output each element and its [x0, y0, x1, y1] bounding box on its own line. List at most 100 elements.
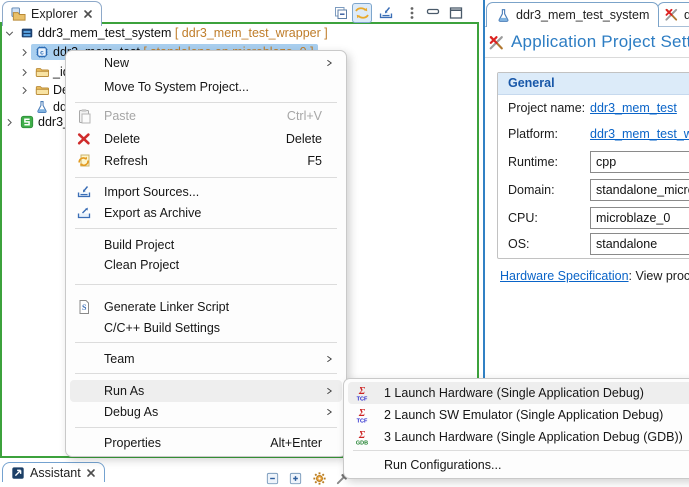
chevron-right-icon[interactable]: [18, 84, 31, 97]
menu-item-export-as-archive[interactable]: Export as Archive: [70, 202, 342, 224]
svg-text:Σ: Σ: [358, 408, 366, 419]
settings-wrench-icon: [488, 34, 505, 51]
maximize-box-icon[interactable]: [287, 470, 304, 487]
menu-item-3-launch-hardware-single-application-debug-gdb[interactable]: ΣGDB3 Launch Hardware (Single Applicatio…: [348, 426, 689, 448]
svg-text:GDB: GDB: [356, 441, 368, 446]
import-sources-icon[interactable]: [376, 3, 396, 23]
field-domain: Domain:standalone_microblaze_0: [508, 179, 689, 201]
maximize-icon[interactable]: [446, 3, 466, 23]
menu-separator: [75, 177, 337, 178]
minimize-box-icon[interactable]: [264, 470, 281, 487]
menu-item-c-c-build-settings[interactable]: C/C++ Build Settings: [70, 317, 342, 339]
menu-separator: [75, 427, 337, 428]
svg-text:c: c: [40, 49, 44, 56]
close-icon[interactable]: [86, 468, 96, 478]
tab-ddr3-mem-test-system[interactable]: ddr3_mem_test_system: [486, 2, 659, 27]
menu-item-2-launch-sw-emulator-single-application-debug[interactable]: ΣTCF2 Launch SW Emulator (Single Applica…: [348, 404, 689, 426]
menu-item-import-sources[interactable]: Import Sources...: [70, 181, 342, 203]
settings-gear-icon[interactable]: [311, 470, 328, 487]
menu-item-properties[interactable]: PropertiesAlt+Enter: [70, 432, 342, 454]
os-combo[interactable]: standalone: [590, 233, 689, 255]
shortcut-label: Delete: [286, 132, 342, 146]
shortcut-label: Ctrl+V: [287, 109, 342, 123]
delete-x-icon: [76, 131, 96, 147]
platform-link[interactable]: ddr3_mem_test_wrapper: [590, 127, 689, 141]
svg-text:Σ: Σ: [358, 386, 366, 397]
field-runtime: Runtime:cpp: [508, 151, 689, 173]
shortcut-label: Alt+Enter: [270, 436, 342, 450]
field-platform: Platform:ddr3_mem_test_wrapper: [508, 123, 689, 145]
flask-icon: [35, 100, 49, 114]
general-heading: General: [498, 73, 689, 95]
view-menu-icon[interactable]: [402, 3, 422, 23]
run-as-submenu: ΣTCF1 Launch Hardware (Single Applicatio…: [343, 378, 689, 479]
header-divider: [485, 57, 689, 58]
hardware-specification-suffix: : View processor information: [629, 269, 689, 283]
chevron-right-icon[interactable]: [18, 46, 31, 59]
tree-item-ddr3-mem-test-system[interactable]: ddr3_mem_test_system [ ddr3_mem_test_wra…: [3, 24, 332, 42]
general-section: General Project name:ddr3_mem_test Platfo…: [497, 72, 689, 259]
menu-item-delete[interactable]: DeleteDelete: [70, 128, 342, 150]
menu-item-move-to-system-project[interactable]: Move To System Project...: [70, 76, 342, 98]
menu-separator: [75, 284, 337, 285]
menu-item-build-project[interactable]: Build Project: [70, 234, 342, 256]
context-menu: NewMove To System Project...PasteCtrl+VD…: [65, 50, 347, 457]
export-tray-icon: [76, 205, 96, 221]
tab-explorer-label: Explorer: [31, 7, 78, 21]
tab-assistant[interactable]: Assistant: [2, 462, 105, 482]
close-icon[interactable]: [83, 9, 93, 19]
flask-icon: [496, 8, 511, 23]
tcf-icon: ΣTCF: [354, 407, 374, 423]
field-os: OS:standalone: [508, 233, 689, 255]
hardware-specification-link[interactable]: Hardware Specification: [500, 269, 629, 283]
menu-item-generate-linker-script[interactable]: SGenerate Linker Script: [70, 296, 342, 318]
svg-text:S: S: [82, 303, 87, 312]
runtime-combo[interactable]: cpp: [590, 151, 689, 173]
hardware-specification: Hardware Specification: View processor i…: [500, 269, 689, 283]
folder-icon: [35, 65, 49, 79]
svg-text:TCF: TCF: [357, 397, 368, 402]
chevron-right-icon[interactable]: [18, 66, 31, 79]
submenu-arrow-icon: [326, 386, 333, 396]
menu-item-refresh[interactable]: RefreshF5: [70, 150, 342, 172]
minimize-icon[interactable]: [423, 3, 443, 23]
editor-header: Application Project Settings: [488, 32, 689, 52]
collapse-all-icon[interactable]: [331, 3, 351, 23]
assistant-icon: [11, 466, 25, 480]
domain-combo[interactable]: standalone_microblaze_0: [590, 179, 689, 201]
chevron-down-icon[interactable]: [3, 27, 16, 40]
refresh-icon: [76, 153, 96, 169]
menu-separator: [75, 102, 337, 103]
explorer-icon: [11, 7, 26, 22]
menu-item-paste[interactable]: PasteCtrl+V: [70, 105, 342, 127]
svg-text:TCF: TCF: [357, 419, 368, 424]
menu-item-run-as[interactable]: Run As: [70, 380, 342, 402]
gdb-icon: ΣGDB: [354, 429, 374, 445]
system-project-icon: [20, 26, 34, 40]
cpu-combo[interactable]: microblaze_0: [590, 207, 689, 229]
submenu-arrow-icon: [326, 354, 333, 364]
folder-icon: [35, 83, 49, 97]
submenu-arrow-icon: [326, 58, 333, 68]
menu-item-1-launch-hardware-single-application-debug[interactable]: ΣTCF1 Launch Hardware (Single Applicatio…: [348, 382, 689, 404]
linker-script-icon: S: [76, 299, 96, 315]
tab-explorer[interactable]: Explorer: [2, 1, 102, 26]
project-name-link[interactable]: ddr3_mem_test: [590, 101, 677, 115]
menu-item-team[interactable]: Team: [70, 348, 342, 370]
menu-item-new[interactable]: New: [70, 52, 342, 74]
submenu-arrow-icon: [326, 407, 333, 417]
chevron-right-icon[interactable]: [3, 116, 16, 129]
field-project-name: Project name:ddr3_mem_test: [508, 97, 677, 119]
link-with-editor-icon[interactable]: [352, 3, 372, 23]
platform-icon: [20, 115, 34, 129]
menu-item-run-configurations[interactable]: Run Configurations...: [348, 454, 689, 476]
tab-assistant-label: Assistant: [30, 466, 81, 480]
menu-separator: [75, 373, 337, 374]
shortcut-label: F5: [307, 154, 342, 168]
page-title: Application Project Settings: [511, 32, 689, 52]
menu-item-clean-project[interactable]: Clean Project: [70, 254, 342, 276]
menu-item-debug-as[interactable]: Debug As: [70, 401, 342, 423]
svg-text:Σ: Σ: [358, 430, 366, 441]
menu-separator: [353, 450, 689, 451]
tcf-icon: ΣTCF: [354, 385, 374, 401]
